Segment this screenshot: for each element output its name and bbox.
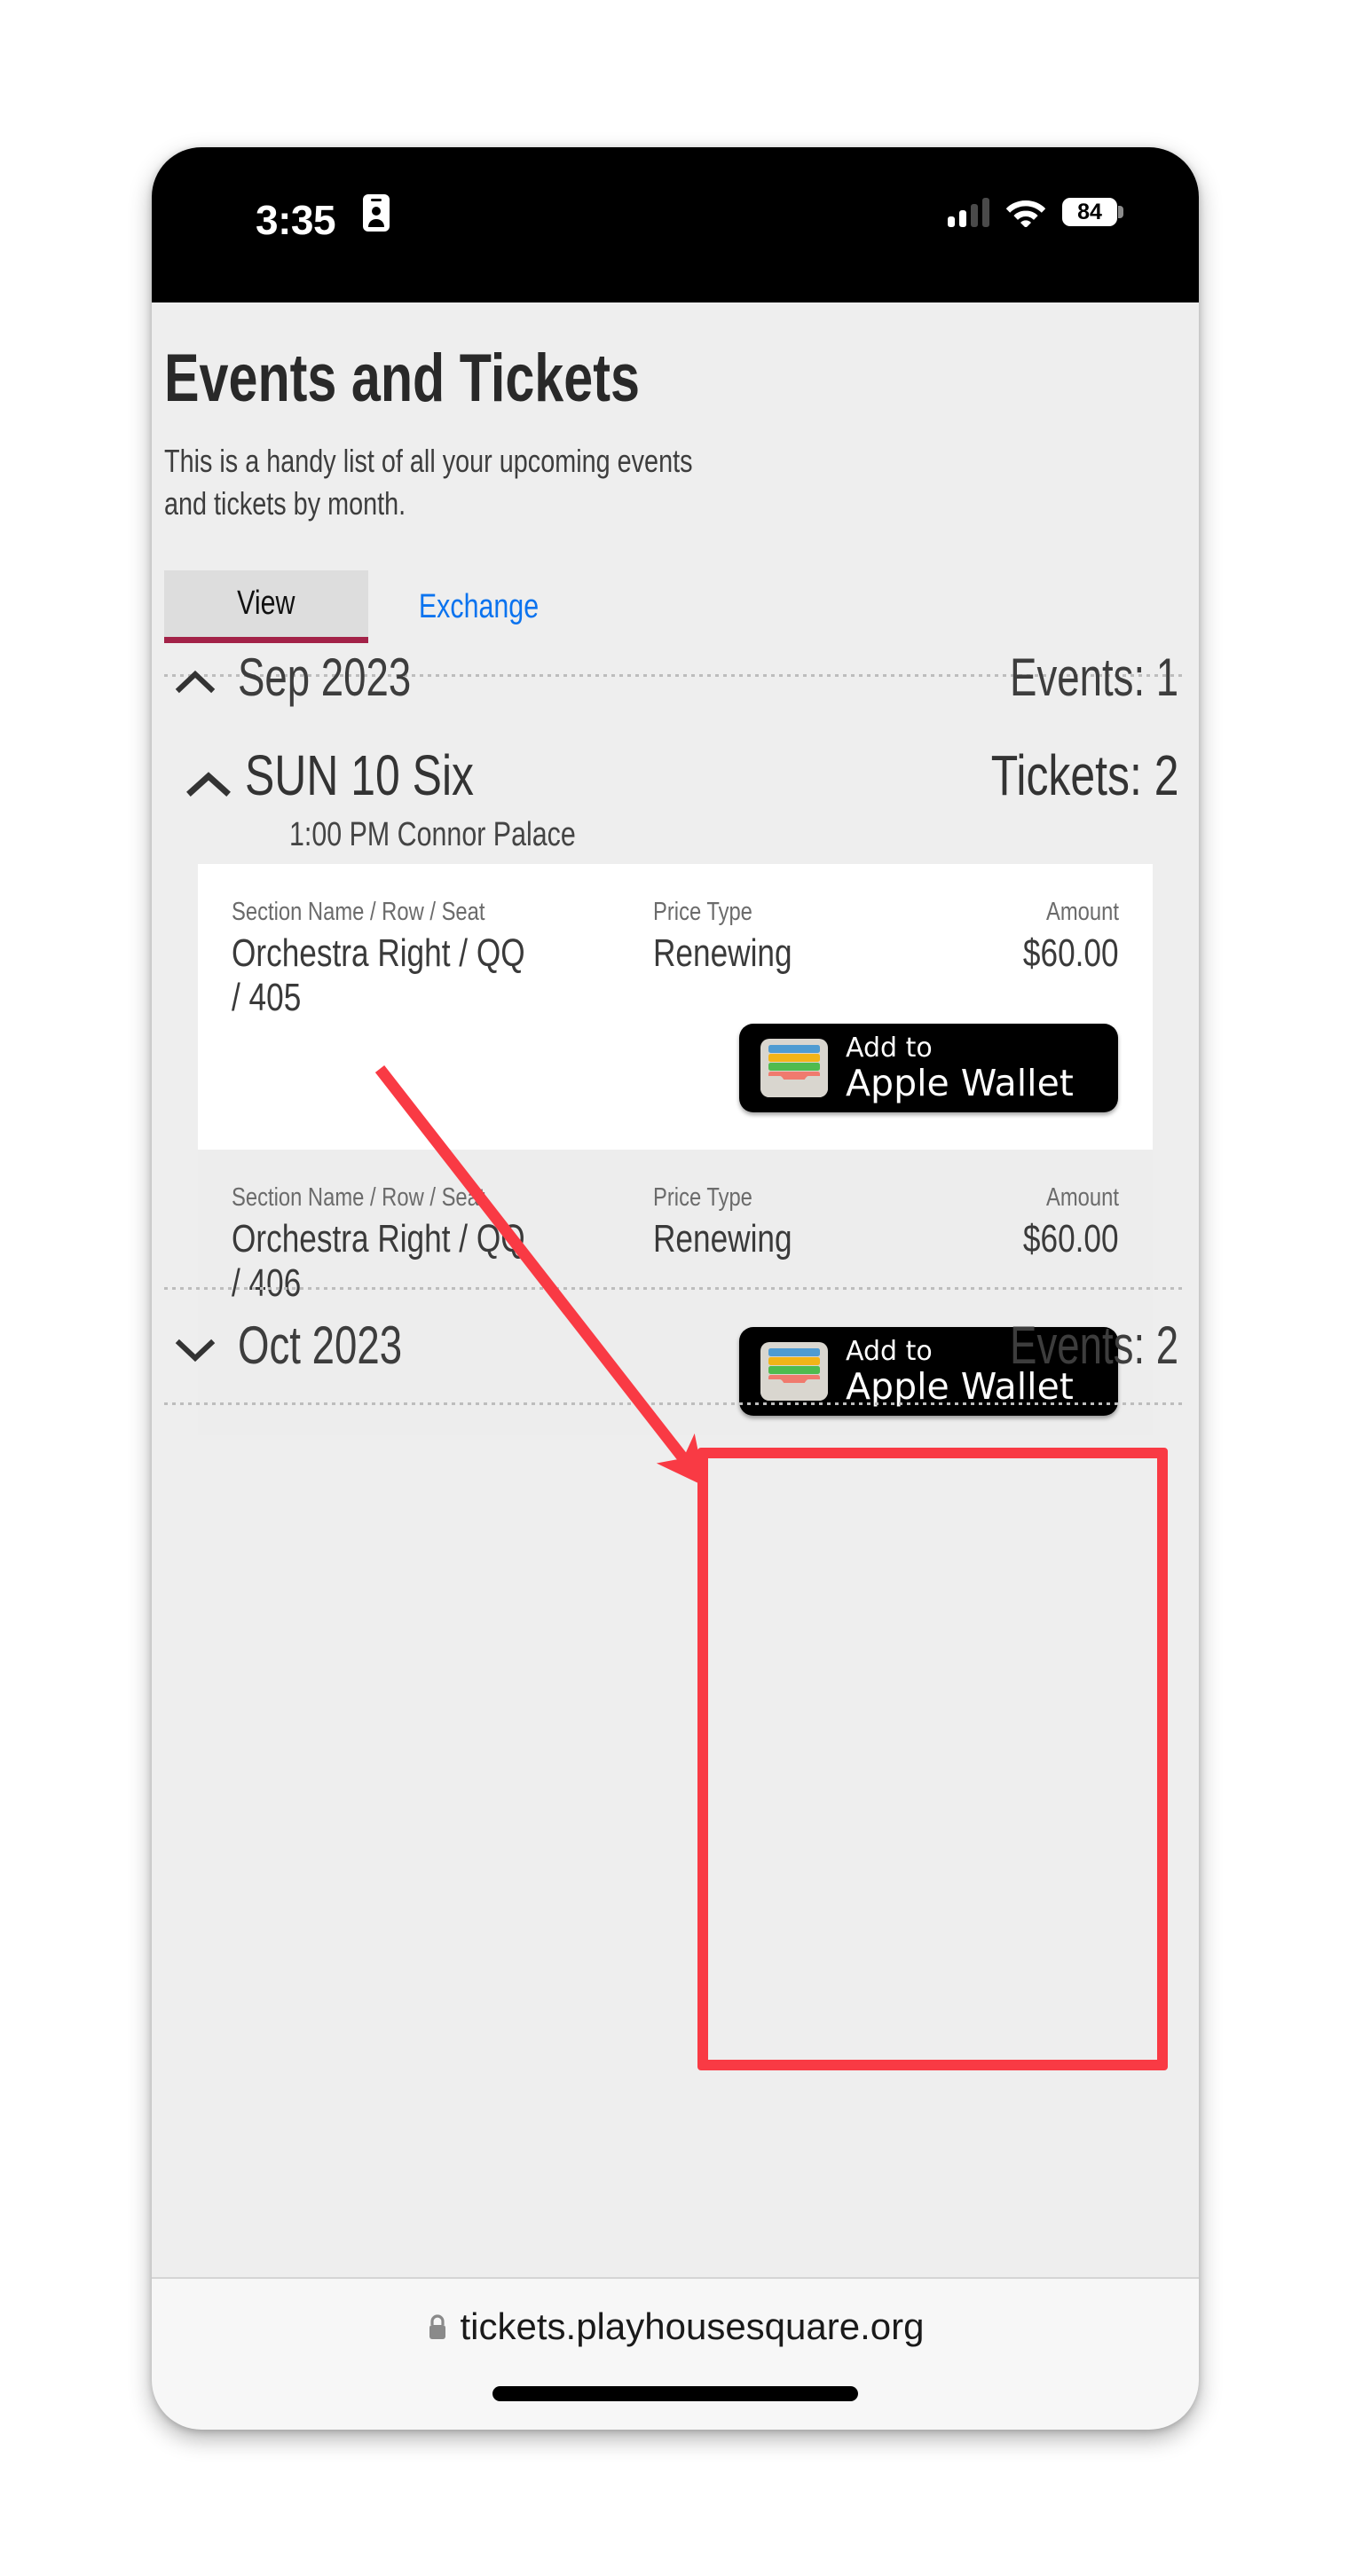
ticket-seat-value: Orchestra Right / QQ / 405: [232, 931, 525, 1020]
phone-frame: 3:35 84 Events and Tickets This is a han…: [152, 147, 1199, 2430]
apple-wallet-button-text: Add to Apple Wallet: [846, 1032, 1074, 1104]
column-header-price-type: Price Type: [653, 898, 752, 926]
ticket-price-type-value: Renewing: [653, 931, 792, 975]
lock-icon: [429, 2314, 445, 2339]
column-header-price-type: Price Type: [653, 1183, 752, 1212]
column-header-seat: Section Name / Row / Seat: [232, 1183, 485, 1212]
status-bar-indicators: 84: [948, 197, 1123, 227]
divider-mid: [164, 1287, 1186, 1290]
month-label-sep: Sep 2023: [238, 648, 412, 707]
ticket-row: Section Name / Row / Seat Orchestra Righ…: [198, 864, 1153, 1150]
page-subtitle: This is a handy list of all your upcomin…: [164, 443, 693, 522]
event-header-six[interactable]: SUN 10 Six Tickets: 2 1:00 PM Connor Pal…: [152, 734, 1199, 864]
chevron-up-icon[interactable]: [185, 762, 232, 808]
event-time-venue: 1:00 PM Connor Palace: [289, 816, 576, 853]
wallet-line-2: Apple Wallet: [846, 1061, 1074, 1104]
chevron-down-icon[interactable]: [175, 1330, 216, 1370]
event-ticket-count: Tickets: 2: [990, 743, 1178, 807]
month-label-oct: Oct 2023: [238, 1315, 403, 1375]
home-indicator: [492, 2386, 858, 2401]
column-header-seat: Section Name / Row / Seat: [232, 898, 485, 926]
add-to-apple-wallet-button[interactable]: Add to Apple Wallet: [739, 1024, 1118, 1112]
chevron-up-icon[interactable]: [175, 662, 216, 703]
cellular-signal-icon: [948, 197, 989, 227]
month-header-sep[interactable]: Sep 2023 Events: 1: [152, 630, 1199, 734]
month-header-oct[interactable]: Oct 2023 Events: 2: [152, 1298, 1199, 1402]
battery-level: 84: [1077, 199, 1102, 224]
status-bar: 3:35 84: [152, 147, 1199, 302]
id-card-icon: [363, 194, 390, 232]
month-count-oct: Events: 2: [1009, 1315, 1178, 1375]
divider-bottom: [164, 1402, 1186, 1405]
column-header-amount: Amount: [1046, 1183, 1119, 1212]
ticket-seat-value: Orchestra Right / QQ / 406: [232, 1217, 525, 1306]
event-title: SUN 10 Six: [245, 743, 475, 807]
apple-wallet-icon: [760, 1039, 828, 1097]
tab-exchange-label: Exchange: [419, 587, 540, 625]
ticket-price-type-value: Renewing: [653, 1217, 792, 1261]
month-count-sep: Events: 1: [1009, 648, 1178, 707]
battery-tip: [1118, 206, 1123, 218]
browser-url-bar[interactable]: tickets.playhousesquare.org: [152, 2277, 1199, 2375]
ticket-amount-value: $60.00: [1023, 931, 1119, 975]
url-text: tickets.playhousesquare.org: [460, 2305, 925, 2347]
wallet-line-1: Add to: [846, 1032, 933, 1064]
tab-view-label: View: [237, 585, 295, 622]
status-bar-time: 3:35: [256, 197, 336, 243]
page-title: Events and Tickets: [164, 341, 640, 416]
battery-icon: 84: [1062, 198, 1123, 226]
wifi-icon: [1005, 200, 1046, 227]
highlight-box: [697, 1448, 1168, 2070]
column-header-amount: Amount: [1046, 898, 1119, 926]
ticket-amount-value: $60.00: [1023, 1217, 1119, 1261]
